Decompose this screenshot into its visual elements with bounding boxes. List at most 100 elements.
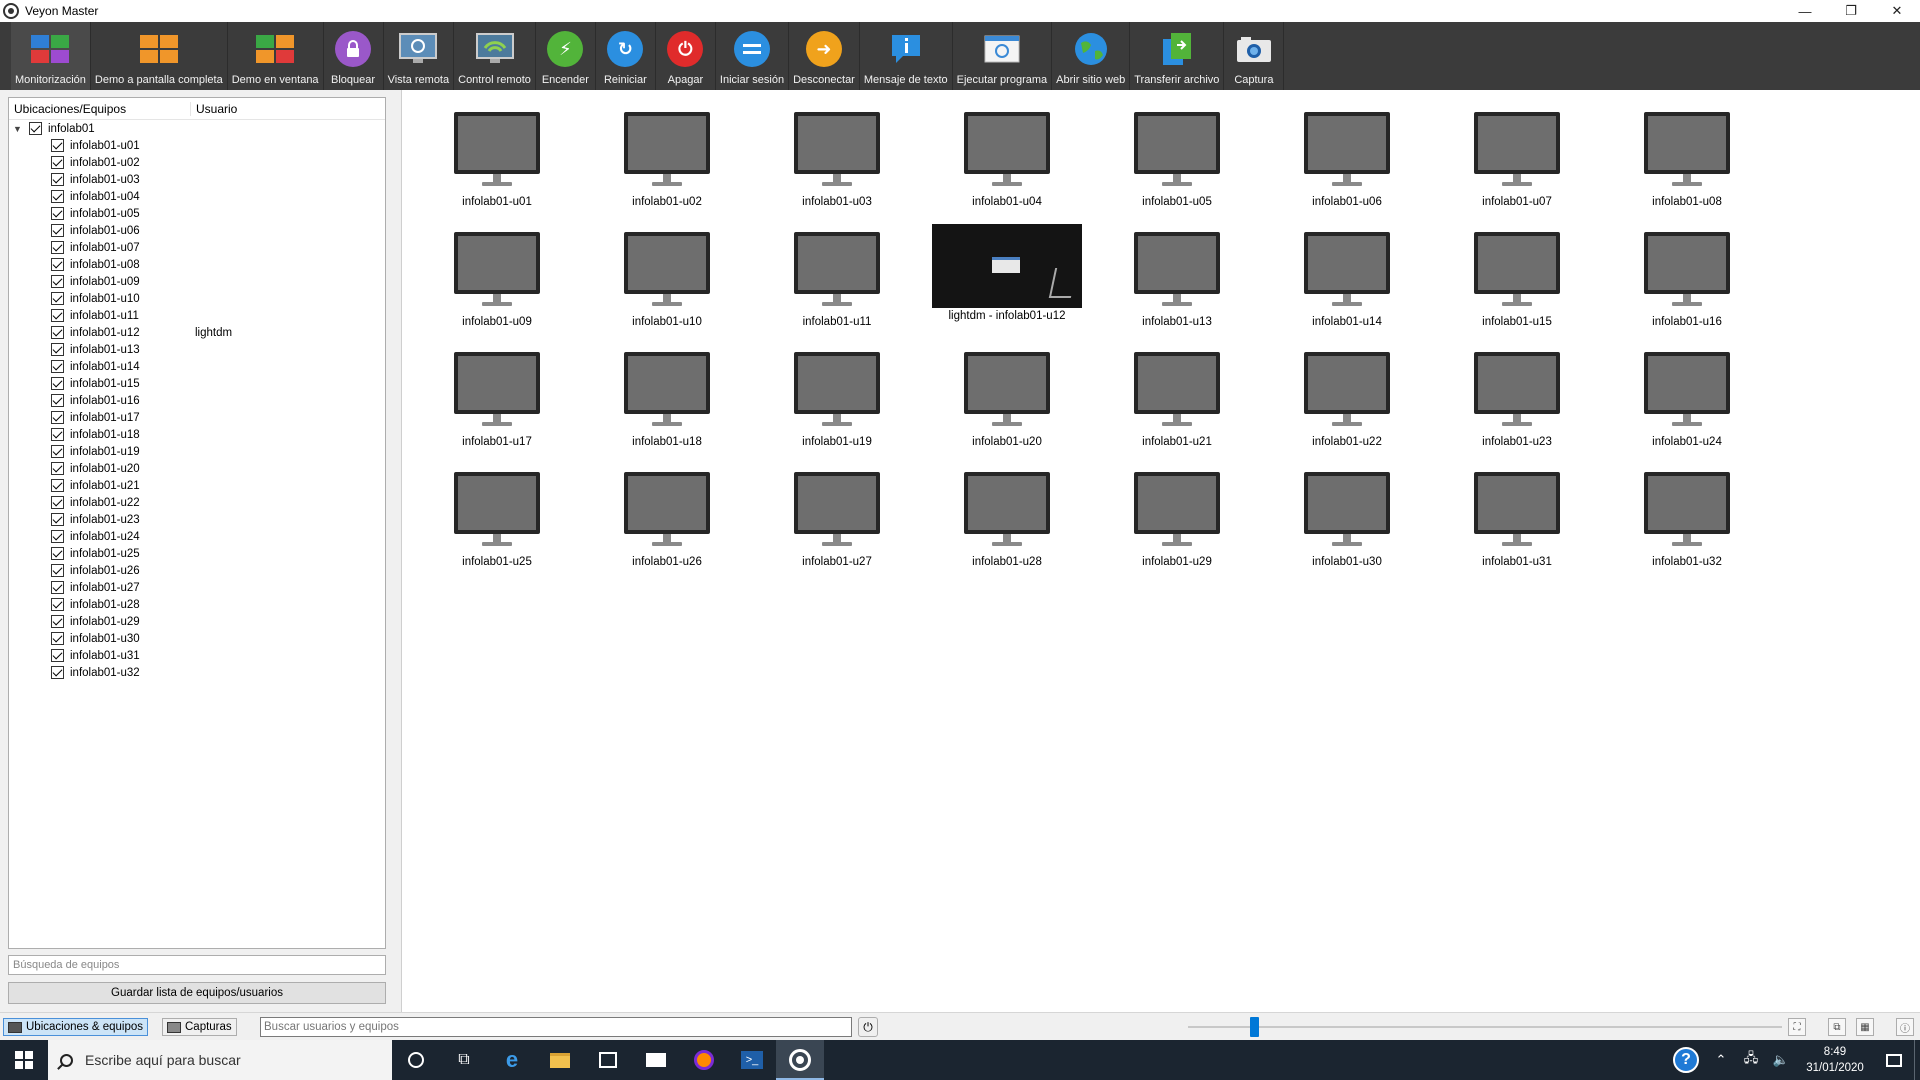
tree-item[interactable]: infolab01-u15 xyxy=(9,375,385,392)
tree-item[interactable]: infolab01-u12 lightdm xyxy=(9,324,385,341)
tree-item[interactable]: infolab01-u17 xyxy=(9,409,385,426)
computer-tile[interactable]: infolab01-u10 xyxy=(592,230,742,340)
computer-tile[interactable]: infolab01-u13 xyxy=(1102,230,1252,340)
computer-tile[interactable]: infolab01-u28 xyxy=(932,470,1082,580)
tree-item[interactable]: infolab01-u11 xyxy=(9,307,385,324)
tree-item[interactable]: infolab01-u03 xyxy=(9,171,385,188)
computer-tile[interactable]: infolab01-u31 xyxy=(1442,470,1592,580)
tree-item[interactable]: infolab01-u08 xyxy=(9,256,385,273)
computer-tile[interactable]: infolab01-u01 xyxy=(422,110,572,220)
tree-item[interactable]: infolab01-u01 xyxy=(9,137,385,154)
computer-checkbox[interactable] xyxy=(51,207,64,220)
computer-tile[interactable]: infolab01-u21 xyxy=(1102,350,1252,460)
remote-control-button[interactable]: Control remoto xyxy=(454,22,536,90)
computer-checkbox[interactable] xyxy=(51,496,64,509)
computer-tile[interactable]: infolab01-u24 xyxy=(1612,350,1762,460)
column-header-locations[interactable]: Ubicaciones/Equipos xyxy=(9,101,191,116)
tree-item[interactable]: infolab01-u20 xyxy=(9,460,385,477)
computer-checkbox[interactable] xyxy=(51,275,64,288)
computer-checkbox[interactable] xyxy=(51,547,64,560)
tree-item[interactable]: infolab01-u14 xyxy=(9,358,385,375)
computer-checkbox[interactable] xyxy=(51,411,64,424)
computer-checkbox[interactable] xyxy=(51,241,64,254)
computer-checkbox[interactable] xyxy=(51,173,64,186)
computer-tile[interactable]: infolab01-u08 xyxy=(1612,110,1762,220)
edge-icon[interactable]: e xyxy=(488,1040,536,1080)
show-desktop-button[interactable] xyxy=(1914,1040,1920,1080)
veyon-taskbar-icon[interactable] xyxy=(776,1040,824,1080)
minimize-button[interactable]: — xyxy=(1782,0,1828,22)
lock-button[interactable]: Bloquear xyxy=(324,22,384,90)
tree-item[interactable]: infolab01-u18 xyxy=(9,426,385,443)
computer-checkbox[interactable] xyxy=(51,666,64,679)
computer-tile[interactable]: infolab01-u06 xyxy=(1272,110,1422,220)
computer-checkbox[interactable] xyxy=(51,530,64,543)
computer-tile[interactable]: infolab01-u07 xyxy=(1442,110,1592,220)
tree-item[interactable]: infolab01-u19 xyxy=(9,443,385,460)
tree-item[interactable]: infolab01-u27 xyxy=(9,579,385,596)
computer-checkbox[interactable] xyxy=(51,513,64,526)
computer-checkbox[interactable] xyxy=(51,377,64,390)
network-icon[interactable]: 🖧 xyxy=(1736,1049,1766,1071)
window-demo-button[interactable]: Demo en ventana xyxy=(228,22,324,90)
computer-checkbox[interactable] xyxy=(51,479,64,492)
computer-checkbox[interactable] xyxy=(51,462,64,475)
computer-tile[interactable]: infolab01-u19 xyxy=(762,350,912,460)
tree-item[interactable]: infolab01-u29 xyxy=(9,613,385,630)
custom-order-icon[interactable]: ⧉ xyxy=(1828,1018,1846,1036)
computer-tile[interactable]: infolab01-u14 xyxy=(1272,230,1422,340)
tree-item[interactable]: infolab01-u31 xyxy=(9,647,385,664)
taskbar-search[interactable]: Escribe aquí para buscar xyxy=(48,1040,392,1080)
tab-locations[interactable]: Ubicaciones & equipos xyxy=(3,1018,148,1036)
computer-tile[interactable]: infolab01-u26 xyxy=(592,470,742,580)
computer-tile[interactable]: infolab01-u32 xyxy=(1612,470,1762,580)
zoom-slider-handle[interactable] xyxy=(1250,1017,1259,1037)
store-icon[interactable] xyxy=(584,1040,632,1080)
computer-tile[interactable]: infolab01-u27 xyxy=(762,470,912,580)
clock[interactable]: 8:49 31/01/2020 xyxy=(1796,1044,1874,1076)
column-header-user[interactable]: Usuario xyxy=(191,102,237,116)
power-off-button[interactable]: ⏻ Apagar xyxy=(656,22,716,90)
grid-view-icon[interactable]: ▦ xyxy=(1856,1018,1874,1036)
start-button[interactable] xyxy=(0,1040,48,1080)
computer-checkbox[interactable] xyxy=(51,156,64,169)
powershell-icon[interactable]: >_ xyxy=(728,1040,776,1080)
firefox-icon[interactable] xyxy=(680,1040,728,1080)
power-toggle-icon[interactable]: ⏻ xyxy=(858,1017,878,1037)
tree-item[interactable]: infolab01-u16 xyxy=(9,392,385,409)
save-list-button[interactable]: Guardar lista de equipos/usuarios xyxy=(8,982,386,1004)
tree-item[interactable]: infolab01-u05 xyxy=(9,205,385,222)
tree-item[interactable]: infolab01-u09 xyxy=(9,273,385,290)
computer-checkbox[interactable] xyxy=(51,632,64,645)
computer-tile[interactable]: infolab01-u16 xyxy=(1612,230,1762,340)
computer-checkbox[interactable] xyxy=(51,445,64,458)
computer-tile[interactable]: infolab01-u18 xyxy=(592,350,742,460)
computer-tile[interactable]: infolab01-u17 xyxy=(422,350,572,460)
tree-root[interactable]: ▼ infolab01 xyxy=(9,120,385,137)
screenshot-button[interactable]: Captura xyxy=(1224,22,1285,90)
file-transfer-button[interactable]: Transferir archivo xyxy=(1130,22,1225,90)
tree-item[interactable]: infolab01-u22 xyxy=(9,494,385,511)
tree-item[interactable]: infolab01-u10 xyxy=(9,290,385,307)
zoom-slider-track[interactable] xyxy=(1188,1026,1782,1028)
computer-checkbox[interactable] xyxy=(51,615,64,628)
computer-checkbox[interactable] xyxy=(51,343,64,356)
root-checkbox[interactable] xyxy=(29,122,42,135)
computer-checkbox[interactable] xyxy=(51,360,64,373)
tree-item[interactable]: infolab01-u23 xyxy=(9,511,385,528)
tree-item[interactable]: infolab01-u02 xyxy=(9,154,385,171)
computer-search-input[interactable]: Búsqueda de equipos xyxy=(8,955,386,975)
tree-item[interactable]: infolab01-u06 xyxy=(9,222,385,239)
computer-tile[interactable]: infolab01-u20 xyxy=(932,350,1082,460)
tree-item[interactable]: infolab01-u32 xyxy=(9,664,385,681)
tree-item[interactable]: infolab01-u26 xyxy=(9,562,385,579)
user-computer-search-input[interactable]: Buscar usuarios y equipos xyxy=(260,1017,852,1037)
computer-tile[interactable]: infolab01-u15 xyxy=(1442,230,1592,340)
run-program-button[interactable]: Ejecutar programa xyxy=(953,22,1053,90)
computer-checkbox[interactable] xyxy=(51,394,64,407)
computer-checkbox[interactable] xyxy=(51,598,64,611)
computer-checkbox[interactable] xyxy=(51,649,64,662)
computer-tile[interactable]: infolab01-u02 xyxy=(592,110,742,220)
computer-tile[interactable]: infolab01-u05 xyxy=(1102,110,1252,220)
about-icon[interactable]: ⓘ xyxy=(1896,1018,1914,1036)
